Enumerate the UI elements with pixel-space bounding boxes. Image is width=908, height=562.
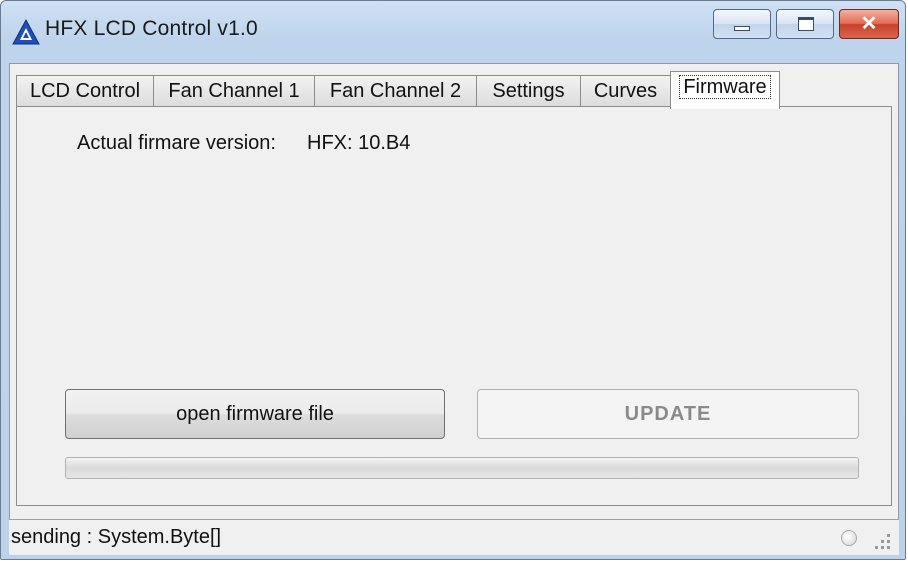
tab-label: Curves [593, 80, 658, 102]
firmware-version-value: HFX: 10.B4 [307, 132, 411, 154]
tab-label: Fan Channel 2 [329, 80, 462, 102]
client-area: LCD Control Fan Channel 1 Fan Channel 2 … [9, 63, 899, 553]
title-bar[interactable]: HFX LCD Control v1.0 ✕ [1, 1, 905, 61]
status-text: sending : System.Byte[] [11, 526, 222, 548]
tab-label: LCD Control [29, 80, 141, 102]
app-window: HFX LCD Control v1.0 ✕ LCD Control Fan C… [0, 0, 906, 560]
status-indicator-icon [841, 530, 857, 546]
close-button[interactable]: ✕ [839, 9, 899, 39]
tab-settings[interactable]: Settings [476, 75, 581, 107]
triangle-logo-icon [12, 18, 40, 45]
window-title: HFX LCD Control v1.0 [45, 17, 258, 40]
maximize-button[interactable] [776, 9, 834, 39]
maximize-icon [798, 17, 814, 31]
status-bar: sending : System.Byte[] [9, 519, 899, 555]
firmware-version-label: Actual firmare version: [77, 132, 276, 154]
tab-label: Firmware [679, 75, 771, 99]
firmware-progress-bar [65, 457, 859, 479]
tab-fan-channel-2[interactable]: Fan Channel 2 [314, 75, 477, 107]
minimize-icon [734, 26, 750, 31]
tab-label: Settings [492, 80, 565, 102]
firmware-panel: Actual firmare version: HFX: 10.B4 open … [16, 106, 892, 506]
update-button[interactable]: UPDATE [477, 389, 859, 439]
tab-lcd-control[interactable]: LCD Control [16, 75, 154, 107]
open-firmware-file-button[interactable]: open firmware file [65, 389, 445, 439]
resize-grip-icon[interactable] [869, 534, 891, 550]
tab-label: Fan Channel 1 [168, 80, 300, 102]
tab-fan-channel-1[interactable]: Fan Channel 1 [153, 75, 315, 107]
close-icon: ✕ [860, 13, 878, 35]
minimize-button[interactable] [713, 9, 771, 39]
tab-curves[interactable]: Curves [580, 75, 671, 107]
tab-firmware[interactable]: Firmware [670, 71, 780, 109]
